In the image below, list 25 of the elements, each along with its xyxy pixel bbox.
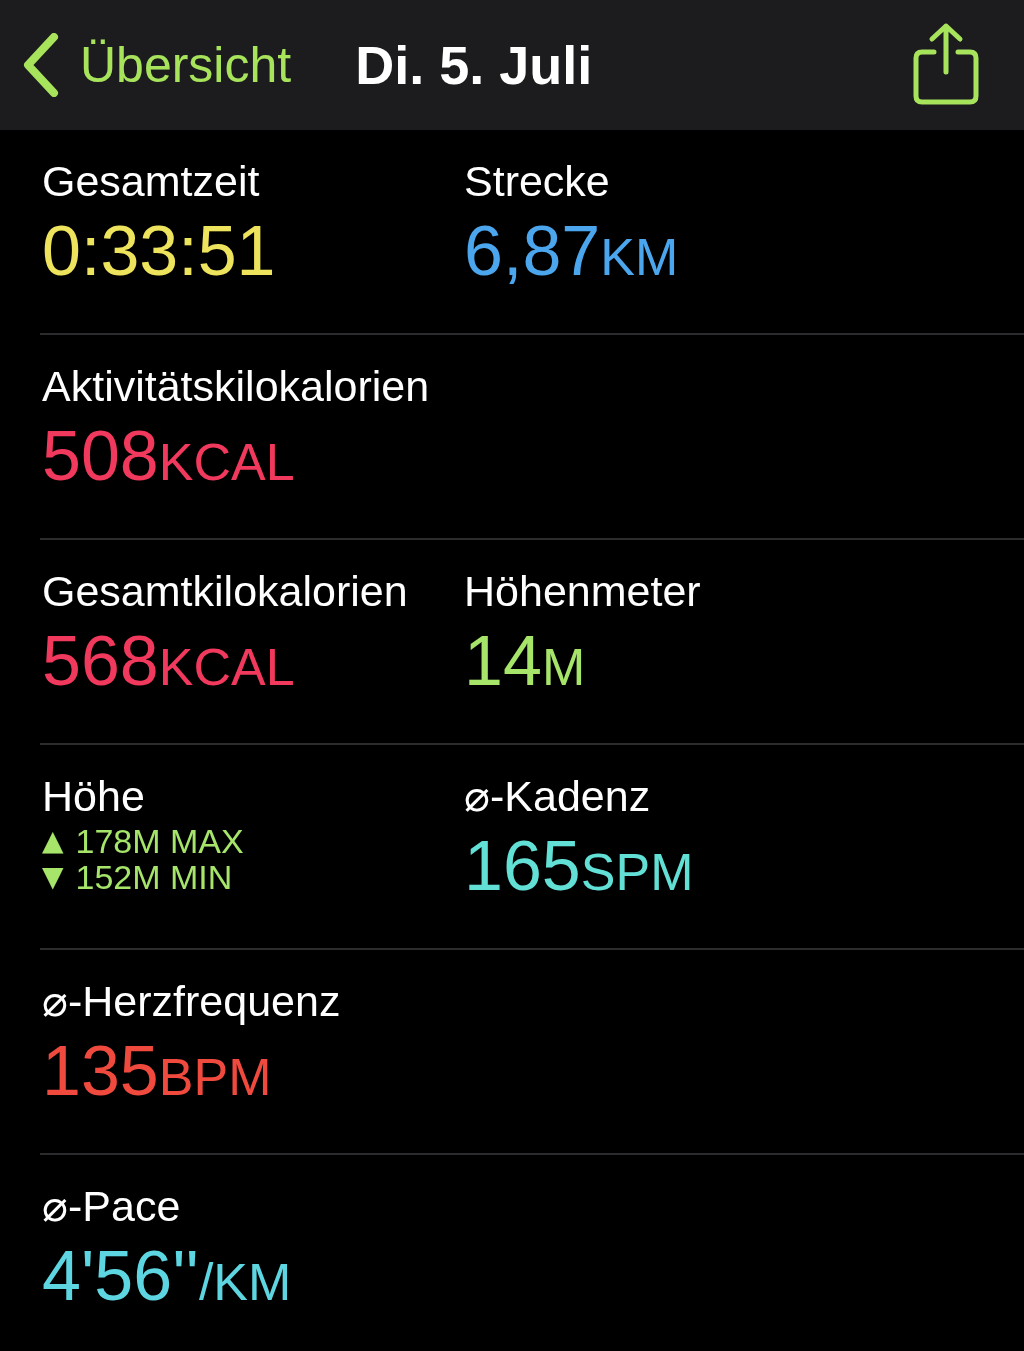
metric-label: Höhenmeter bbox=[464, 566, 702, 617]
metric-label: Höhe bbox=[42, 771, 146, 822]
triangle-icon: ▼ bbox=[42, 859, 64, 895]
metric-value: 0:33:51 bbox=[42, 211, 277, 292]
screen-title: Di. 5. Juli bbox=[355, 34, 594, 96]
metric-value: 6,87KM bbox=[464, 211, 680, 292]
metric-value: 135BPM bbox=[42, 1031, 273, 1112]
range-text: 178M MAX bbox=[75, 823, 244, 859]
metric-label: ⌀-Kadenz bbox=[464, 771, 652, 822]
chevron-left-icon bbox=[22, 33, 60, 97]
triangle-icon: ▲ bbox=[42, 823, 64, 859]
range-text: 152M MIN bbox=[75, 859, 233, 895]
metric-label: Aktivitätskilokalorien bbox=[42, 361, 431, 412]
metric-value: 14M bbox=[464, 621, 587, 702]
metric-value: 508KCAL bbox=[42, 416, 296, 497]
metric-label: Gesamtkilokalorien bbox=[42, 566, 409, 617]
back-button[interactable]: Übersicht bbox=[22, 33, 292, 97]
metric-label: ⌀-Pace bbox=[42, 1181, 182, 1232]
metric-label: Strecke bbox=[464, 156, 611, 207]
share-icon bbox=[912, 21, 980, 106]
metric-value: 165SPM bbox=[464, 826, 695, 907]
metric-label: Gesamtzeit bbox=[42, 156, 261, 207]
metric-value: 4'56''/KM bbox=[42, 1236, 293, 1317]
metric-label: ⌀-Herzfrequenz bbox=[42, 976, 342, 1027]
metric-value: 568KCAL bbox=[42, 621, 296, 702]
